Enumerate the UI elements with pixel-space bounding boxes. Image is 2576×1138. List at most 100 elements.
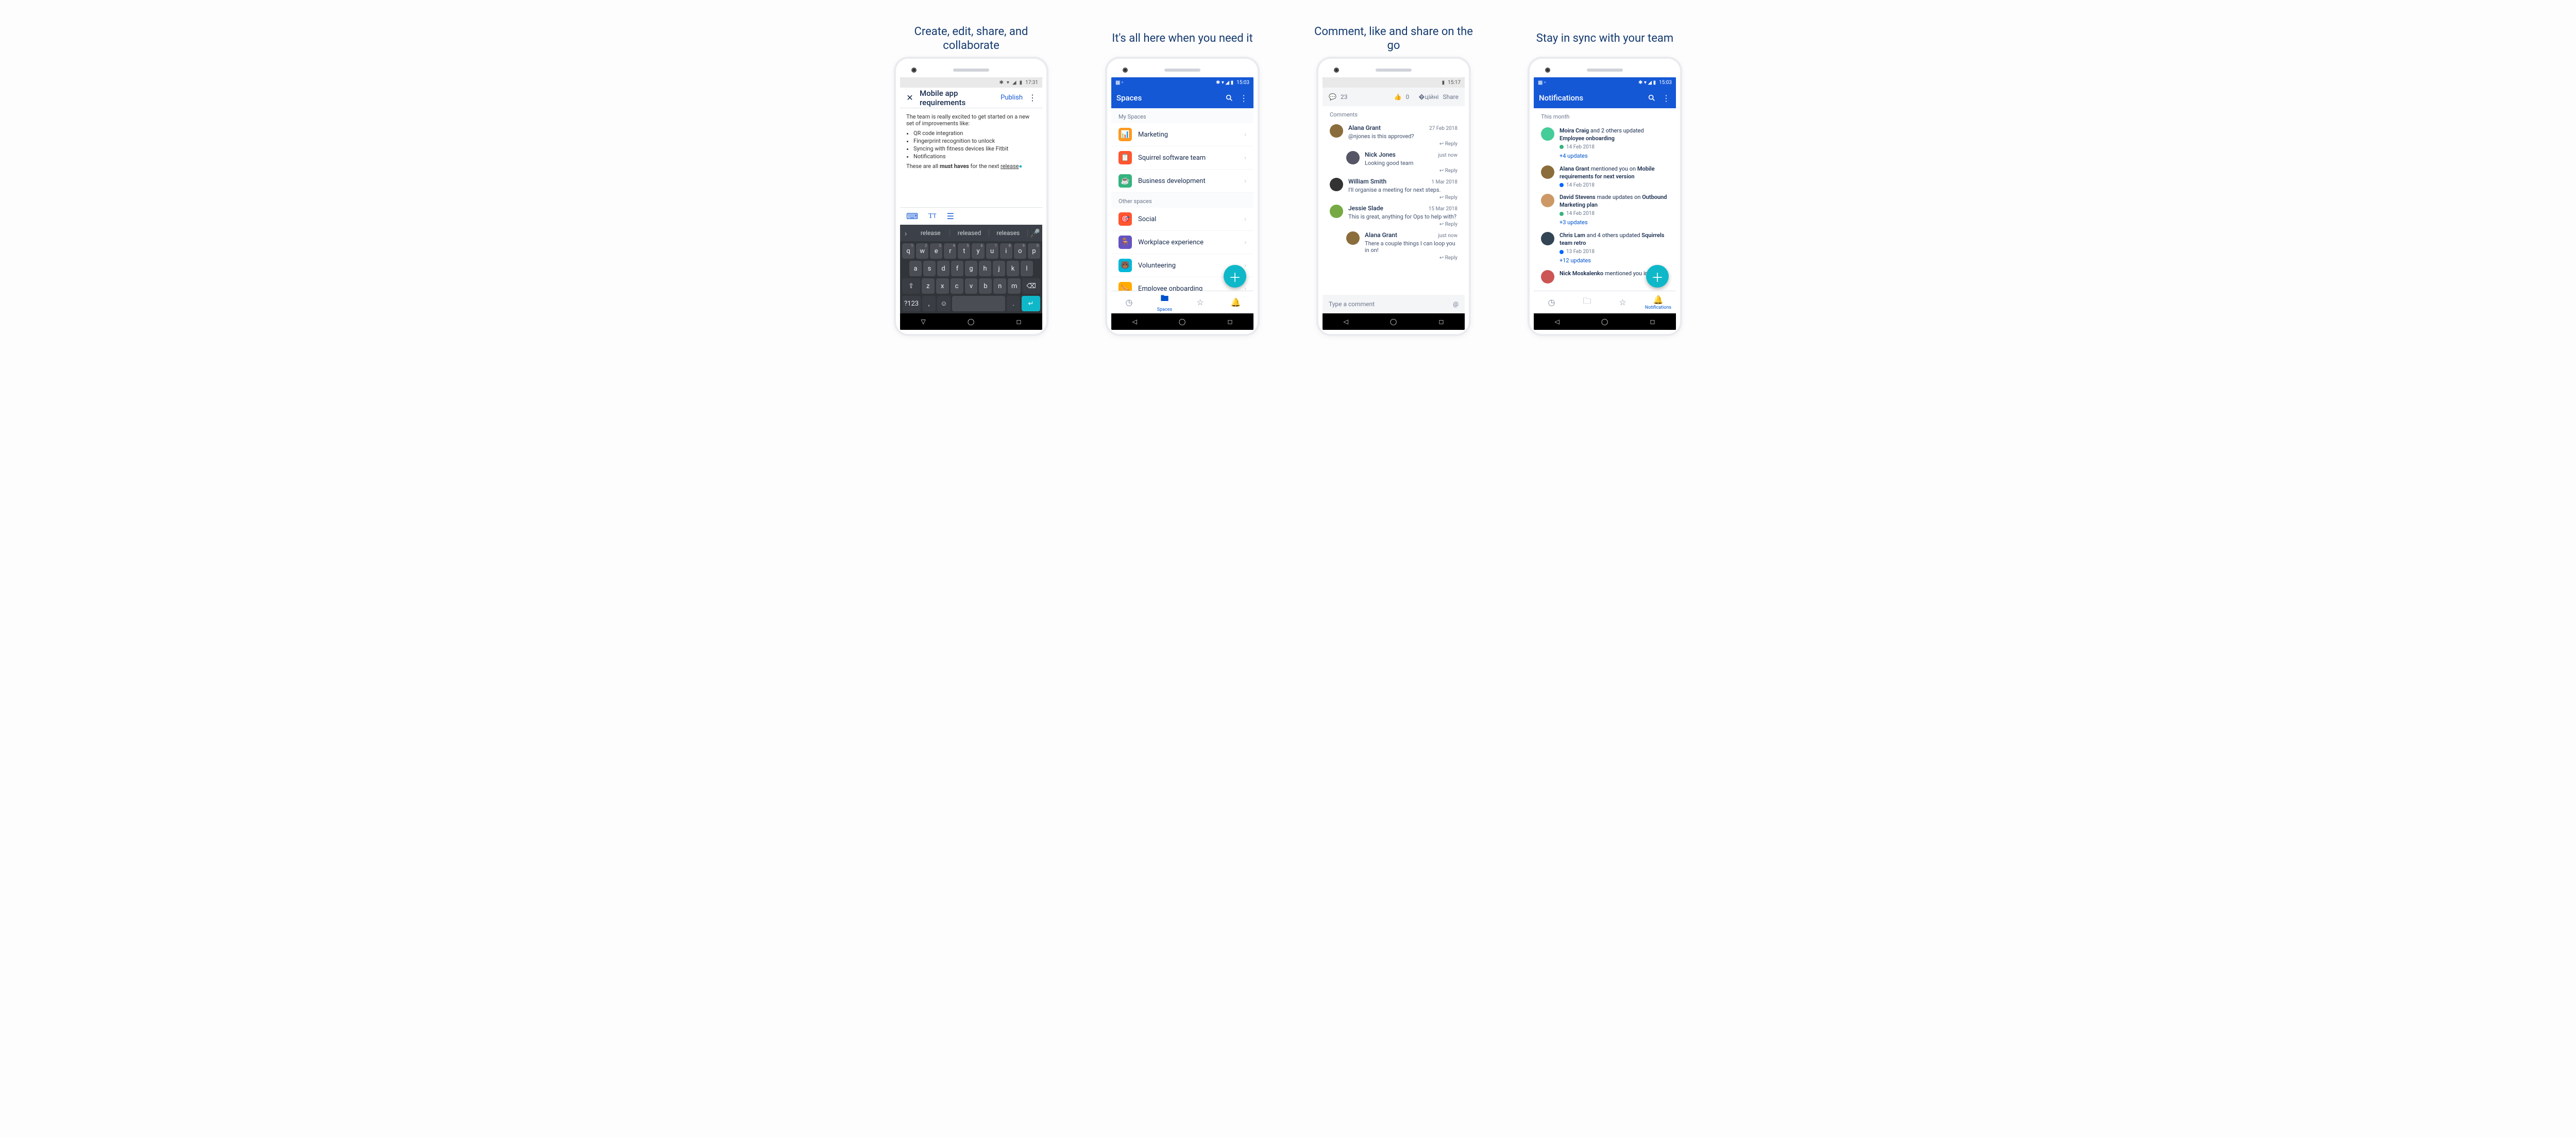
- key-shift[interactable]: ⇧: [902, 278, 920, 294]
- space-item[interactable]: 🪑Workplace experience›: [1111, 231, 1253, 254]
- key[interactable]: n: [993, 278, 1006, 294]
- share-label[interactable]: Share: [1443, 93, 1459, 101]
- nav-home-icon[interactable]: ◯: [968, 318, 974, 325]
- reply-button[interactable]: ↩ Reply: [1348, 222, 1458, 227]
- nav-starred[interactable]: ☆: [1182, 291, 1218, 313]
- notification-item[interactable]: Alana Grant mentioned you on Mobile requ…: [1534, 160, 1676, 189]
- key[interactable]: e3: [930, 243, 942, 259]
- key[interactable]: i8: [1000, 243, 1012, 259]
- nav-notifications[interactable]: 🔔: [1218, 291, 1253, 313]
- status-dot: [1560, 212, 1564, 216]
- key-emoji[interactable]: ☺: [937, 296, 951, 311]
- key-enter[interactable]: ↵: [1022, 296, 1040, 311]
- reply-button[interactable]: ↩ Reply: [1365, 168, 1458, 174]
- nav-spaces[interactable]: 🖿Spaces: [1147, 291, 1182, 313]
- key-backspace[interactable]: ⌫: [1022, 278, 1040, 294]
- nav-notifications[interactable]: 🔔Notifications: [1640, 291, 1676, 313]
- more-updates[interactable]: +12 updates: [1560, 257, 1669, 265]
- nav-recent-icon[interactable]: ◻: [1016, 318, 1021, 325]
- more-icon[interactable]: ⋮: [1239, 93, 1248, 103]
- space-item[interactable]: 📋Squirrel software team›: [1111, 146, 1253, 170]
- editor-body[interactable]: The team is really excited to get starte…: [900, 108, 1042, 207]
- key[interactable]: b: [979, 278, 992, 294]
- key[interactable]: v: [965, 278, 978, 294]
- key[interactable]: x: [936, 278, 949, 294]
- chevron-icon[interactable]: ›: [900, 228, 911, 238]
- more-updates[interactable]: +3 updates: [1560, 219, 1669, 227]
- close-icon[interactable]: ✕: [905, 93, 914, 103]
- fab-create[interactable]: ＋: [1224, 265, 1246, 288]
- space-item[interactable]: 🎯Social›: [1111, 208, 1253, 231]
- nav-recent-icon[interactable]: ◻: [1438, 318, 1444, 325]
- soft-keyboard[interactable]: › release released releases 🎤 q1w2e3r4t5…: [900, 225, 1042, 313]
- text-style-icon[interactable]: TT: [928, 212, 937, 221]
- list-icon[interactable]: ☰: [947, 211, 954, 221]
- comments-icon[interactable]: 💬: [1329, 93, 1336, 101]
- search-icon[interactable]: [1647, 93, 1656, 103]
- notification-item[interactable]: Chris Lam and 4 others updated Squirrels…: [1534, 227, 1676, 265]
- suggestion[interactable]: released: [950, 229, 989, 237]
- like-icon[interactable]: 👍: [1394, 93, 1402, 101]
- key[interactable]: l: [1021, 261, 1033, 276]
- nav-starred[interactable]: ☆: [1605, 291, 1640, 313]
- key[interactable]: r4: [944, 243, 956, 259]
- reply-button[interactable]: ↩ Reply: [1348, 195, 1458, 200]
- key[interactable]: f: [951, 261, 963, 276]
- key[interactable]: o9: [1014, 243, 1026, 259]
- more-icon[interactable]: ⋮: [1662, 93, 1671, 103]
- mic-icon[interactable]: 🎤: [1028, 228, 1042, 238]
- key[interactable]: y6: [972, 243, 984, 259]
- key[interactable]: t5: [958, 243, 970, 259]
- key[interactable]: u7: [986, 243, 998, 259]
- key[interactable]: a: [909, 261, 922, 276]
- nav-recent[interactable]: ◷: [1111, 291, 1147, 313]
- keyboard-icon[interactable]: ⌨: [906, 211, 918, 221]
- key[interactable]: d: [937, 261, 950, 276]
- nav-home-icon[interactable]: ◯: [1390, 318, 1397, 325]
- section-other-spaces: Other spaces: [1111, 193, 1253, 208]
- nav-recent[interactable]: ◷: [1534, 291, 1569, 313]
- key-comma[interactable]: ,: [922, 296, 936, 311]
- mention-icon[interactable]: @: [1453, 300, 1459, 308]
- space-item[interactable]: ☕Business development›: [1111, 170, 1253, 193]
- nav-back-icon[interactable]: ◁: [1132, 318, 1137, 325]
- key-period[interactable]: .: [1007, 296, 1020, 311]
- nav-home-icon[interactable]: ◯: [1601, 318, 1608, 325]
- key[interactable]: s: [923, 261, 936, 276]
- key-space[interactable]: [952, 296, 1005, 311]
- more-icon[interactable]: ⋮: [1028, 93, 1037, 103]
- key[interactable]: k: [1007, 261, 1019, 276]
- key[interactable]: m: [1008, 278, 1021, 294]
- comment-input[interactable]: Type a comment @: [1323, 295, 1465, 313]
- share-icon[interactable]: �ційні: [1418, 93, 1438, 101]
- suggestion[interactable]: releases: [989, 229, 1028, 237]
- notification-item[interactable]: David Stevens made updates on Outbound M…: [1534, 189, 1676, 227]
- space-item[interactable]: 📊Marketing›: [1111, 123, 1253, 146]
- suggestion[interactable]: release: [911, 229, 950, 237]
- nav-spaces[interactable]: 🗀: [1569, 291, 1605, 313]
- key[interactable]: c: [951, 278, 963, 294]
- nav-down-icon[interactable]: ▽: [921, 318, 926, 325]
- nav-recent-icon[interactable]: ◻: [1227, 318, 1232, 325]
- more-updates[interactable]: +4 updates: [1560, 153, 1669, 160]
- notification-item[interactable]: Moira Craig and 2 others updated Employe…: [1534, 122, 1676, 160]
- nav-home-icon[interactable]: ◯: [1179, 318, 1185, 325]
- key[interactable]: g: [965, 261, 977, 276]
- key-symbols[interactable]: ?123: [902, 296, 921, 311]
- search-icon[interactable]: [1225, 93, 1234, 103]
- reply-button[interactable]: ↩ Reply: [1365, 255, 1458, 261]
- fab-create[interactable]: ＋: [1646, 265, 1669, 288]
- nav-back-icon[interactable]: ◁: [1344, 318, 1348, 325]
- chevron-icon: ›: [1244, 154, 1246, 162]
- nav-recent-icon[interactable]: ◻: [1650, 318, 1655, 325]
- notification-date: 14 Feb 2018: [1566, 144, 1595, 151]
- key[interactable]: q1: [902, 243, 914, 259]
- key[interactable]: w2: [916, 243, 928, 259]
- key[interactable]: j: [993, 261, 1005, 276]
- key[interactable]: p0: [1028, 243, 1040, 259]
- key[interactable]: z: [922, 278, 935, 294]
- reply-button[interactable]: ↩ Reply: [1348, 141, 1458, 147]
- key[interactable]: h: [979, 261, 991, 276]
- nav-back-icon[interactable]: ◁: [1555, 318, 1560, 325]
- publish-button[interactable]: Publish: [1001, 94, 1023, 102]
